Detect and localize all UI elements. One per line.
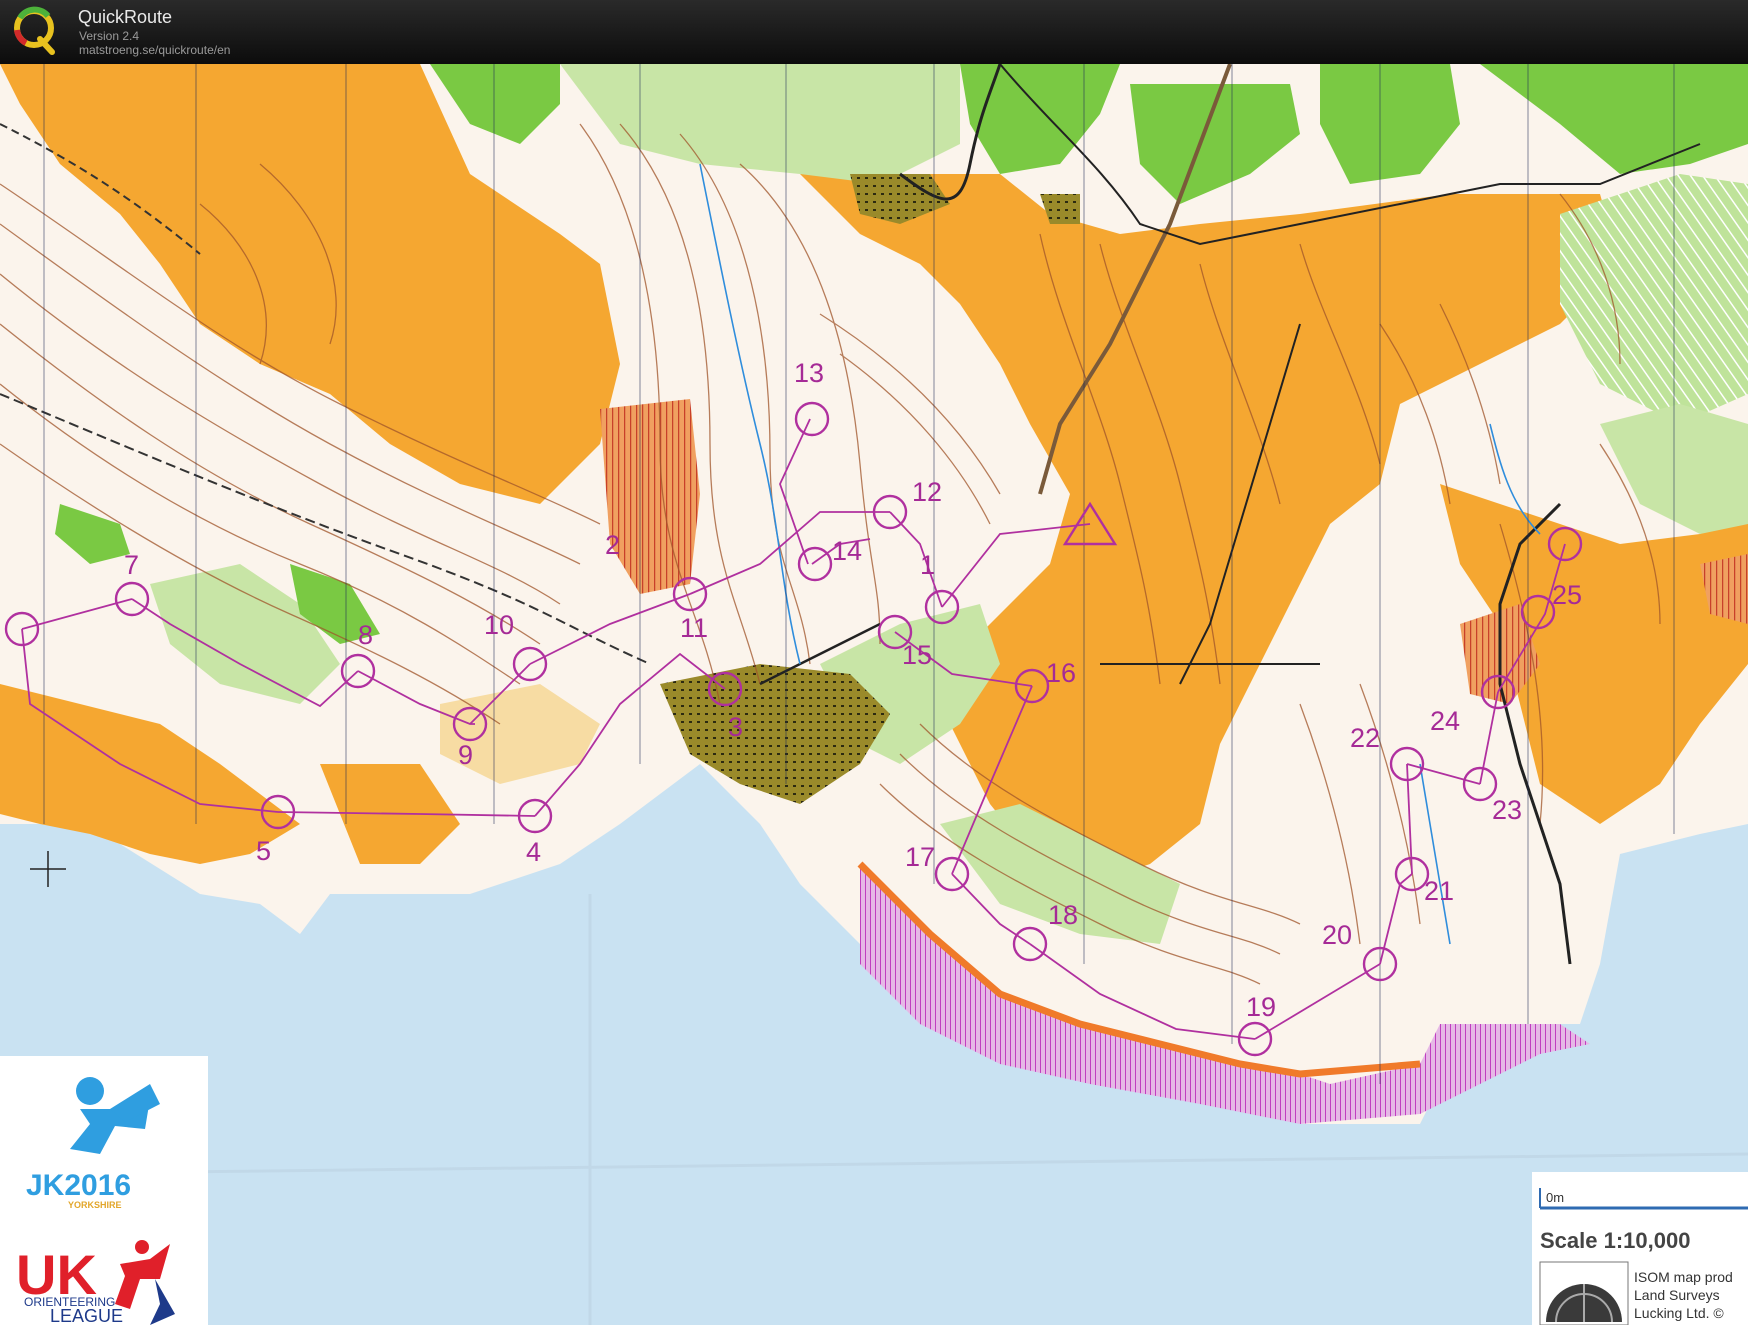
control-number: 1	[920, 550, 935, 580]
control-number: 20	[1322, 920, 1352, 950]
scale-start-label: 0m	[1546, 1190, 1564, 1205]
control-number: 2	[605, 530, 620, 560]
control-number: 7	[124, 550, 139, 580]
control-number: 13	[794, 358, 824, 388]
control-number: 11	[680, 613, 708, 643]
event-region-text: YORKSHIRE	[68, 1200, 122, 1210]
control-number: 10	[484, 610, 514, 640]
control-number: 4	[526, 837, 541, 867]
control-number: 23	[1492, 795, 1522, 825]
quickroute-logo-icon	[14, 6, 55, 55]
credits-line-1: ISOM map prod	[1634, 1269, 1733, 1285]
app-version: Version 2.4	[79, 29, 140, 43]
globe-logo-icon	[1539, 1261, 1629, 1325]
control-number: 8	[358, 620, 373, 650]
control-number: 12	[912, 477, 942, 507]
control-number: 9	[458, 740, 473, 770]
control-number: 14	[832, 536, 862, 566]
control-number: 24	[1430, 706, 1460, 736]
event-logo-panel: JK2016 YORKSHIRE UK ORIENTEERING LEAGUE	[0, 1056, 208, 1325]
control-number: 5	[256, 836, 271, 866]
control-number: 3	[728, 712, 743, 742]
control-number: 22	[1350, 723, 1380, 753]
scale-text: Scale 1:10,000	[1540, 1228, 1690, 1253]
app-name: QuickRoute	[78, 7, 173, 27]
credits-line-2: Land Surveys	[1634, 1287, 1720, 1303]
control-number: 19	[1246, 992, 1276, 1022]
scale-panel: 0m Scale 1:10,000 ISOM map prod Land Sur…	[1532, 1172, 1748, 1325]
control-number: 17	[905, 842, 935, 872]
app-url[interactable]: matstroeng.se/quickroute/en	[79, 43, 230, 57]
orienteering-map[interactable]: 1 2 3 4 5 7 8 9 10 11 12 13 14 15 16 17 …	[0, 64, 1748, 1325]
control-number: 21	[1424, 876, 1454, 906]
control-number: 15	[902, 640, 932, 670]
title-bar: QuickRoute Version 2.4 matstroeng.se/qui…	[0, 0, 1748, 64]
event-logo-text: JK2016	[26, 1169, 131, 1202]
league-line2-text: LEAGUE	[50, 1306, 123, 1325]
control-number: 18	[1048, 900, 1078, 930]
control-number: 16	[1046, 658, 1076, 688]
control-number: 25	[1552, 580, 1582, 610]
credits-line-3: Lucking Ltd. ©	[1634, 1305, 1724, 1321]
